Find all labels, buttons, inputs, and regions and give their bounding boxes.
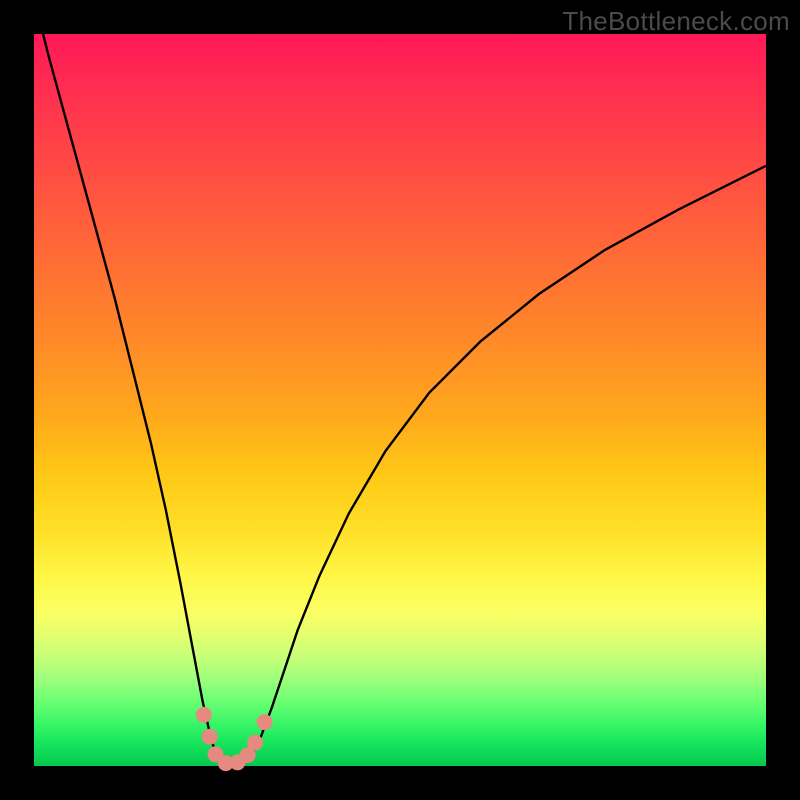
watermark-text: TheBottleneck.com bbox=[562, 6, 790, 37]
bottleneck-curve bbox=[34, 34, 766, 766]
curve-marker bbox=[196, 707, 212, 723]
chart-frame: TheBottleneck.com bbox=[0, 0, 800, 800]
curve-marker bbox=[202, 729, 218, 745]
plot-area bbox=[34, 34, 766, 766]
curve-markers bbox=[196, 707, 273, 771]
curve-marker bbox=[247, 735, 263, 751]
curve-path bbox=[34, 0, 766, 764]
curve-marker bbox=[257, 714, 273, 730]
